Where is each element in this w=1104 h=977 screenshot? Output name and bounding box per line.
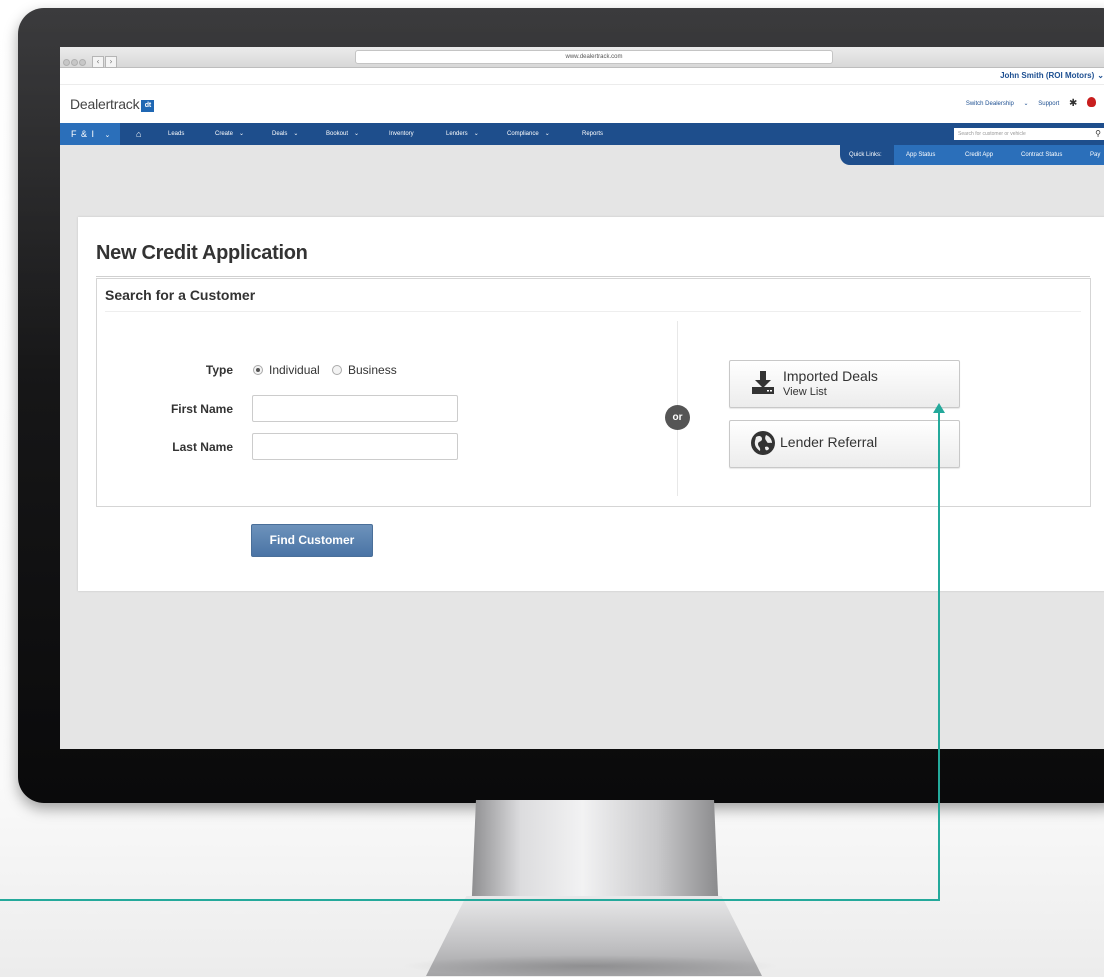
fni-label: F & I: [71, 129, 96, 139]
radio-unselected-icon: [332, 365, 342, 375]
stand-shadow: [400, 955, 780, 977]
quick-link-credit-app[interactable]: Credit App: [965, 145, 993, 165]
user-row: John Smith (ROI Motors) ⌄: [60, 68, 1104, 85]
callout-arrow-icon: [933, 403, 945, 413]
quick-links-bar: Quick Links: App Status Credit App Contr…: [840, 145, 1104, 165]
chevron-down-icon: ⌄: [473, 131, 479, 137]
address-bar[interactable]: www.dealertrack.com: [355, 50, 833, 64]
view-list-label: View List: [783, 386, 827, 398]
nav-deals-label: Deals: [272, 131, 288, 137]
notification-bell-icon[interactable]: [1087, 97, 1096, 107]
or-badge: or: [665, 405, 690, 430]
switch-dealership-label: Switch Dealership: [965, 101, 1014, 107]
page-title: New Credit Application: [96, 242, 308, 264]
search-icon[interactable]: ⚲: [1095, 128, 1101, 140]
customer-search-input[interactable]: Search for customer or vehicle ⚲: [954, 128, 1104, 140]
quick-links-list: App Status Credit App Contract Status Pa…: [894, 145, 1104, 165]
first-name-field[interactable]: [252, 395, 458, 422]
business-label: Business: [348, 363, 397, 377]
brand-row: Dealertrack dt Switch Dealership ⌄ Suppor…: [60, 85, 1104, 123]
first-name-label: First Name: [170, 402, 233, 416]
logo-text: Dealertrack: [70, 96, 140, 112]
chevron-down-icon: ⌄: [354, 131, 360, 137]
nav-compliance[interactable]: Compliance ⌄: [507, 123, 550, 145]
nav-bookout-label: Bookout: [326, 131, 349, 137]
chevron-down-icon: ⌄: [104, 132, 112, 139]
browser-toolbar: ‹ › www.dealertrack.com: [60, 47, 1104, 68]
individual-label: Individual: [269, 363, 320, 377]
nav-leads[interactable]: Leads: [168, 123, 184, 145]
search-placeholder: Search for customer or vehicle: [958, 131, 1026, 137]
dealertrack-logo[interactable]: Dealertrack dt: [70, 96, 155, 112]
customer-search-panel: Search for a Customer Type Individual Bu…: [96, 278, 1091, 507]
type-business-radio[interactable]: Business: [332, 363, 397, 377]
minimize-window-icon[interactable]: [71, 59, 78, 66]
download-tray-icon: [752, 371, 774, 394]
imported-deals-button[interactable]: Imported Deals View List: [729, 360, 960, 408]
quick-link-pay[interactable]: Pay: [1090, 145, 1100, 165]
back-icon[interactable]: ‹: [92, 56, 104, 68]
fni-menu[interactable]: F & I ⌄: [60, 123, 120, 145]
find-customer-button[interactable]: Find Customer: [251, 524, 373, 557]
home-icon[interactable]: ⌂: [136, 123, 141, 145]
forward-icon[interactable]: ›: [105, 56, 117, 68]
close-window-icon[interactable]: [63, 59, 70, 66]
nav-compliance-label: Compliance: [507, 131, 539, 137]
user-name: John Smith (ROI Motors): [1000, 71, 1095, 80]
nav-lenders-label: Lenders: [446, 131, 468, 137]
imported-deals-label: Imported Deals: [783, 368, 878, 384]
nav-bookout[interactable]: Bookout ⌄: [326, 123, 359, 145]
monitor-screen: ‹ › www.dealertrack.com John Smith (ROI M…: [60, 47, 1104, 749]
nav-deals[interactable]: Deals ⌄: [272, 123, 298, 145]
nav-create[interactable]: Create ⌄: [215, 123, 244, 145]
nav-lenders[interactable]: Lenders ⌄: [446, 123, 479, 145]
lender-referral-label: Lender Referral: [780, 434, 878, 450]
lender-referral-button[interactable]: Lender Referral: [729, 420, 960, 468]
quick-link-app-status[interactable]: App Status: [906, 145, 935, 165]
panel-divider: [105, 311, 1081, 312]
quick-link-contract-status[interactable]: Contract Status: [1021, 145, 1062, 165]
title-divider: [96, 276, 1090, 277]
credit-application-card: New Credit Application Search for a Cust…: [78, 217, 1104, 591]
chevron-down-icon: ⌄: [1097, 71, 1104, 80]
nav-inventory[interactable]: Inventory: [389, 123, 414, 145]
utility-links: Switch Dealership ⌄ Support ✱: [966, 97, 1104, 109]
support-link[interactable]: Support: [1038, 101, 1059, 107]
user-menu[interactable]: John Smith (ROI Motors) ⌄: [1000, 71, 1104, 80]
type-label: Type: [205, 363, 233, 377]
logo-mark-icon: dt: [141, 100, 155, 112]
chevron-down-icon: ⌄: [293, 131, 299, 137]
chevron-down-icon: ⌄: [544, 131, 550, 137]
radio-selected-icon: [253, 365, 263, 375]
switch-dealership-link[interactable]: Switch Dealership ⌄: [966, 101, 1029, 107]
globe-icon: [751, 431, 775, 455]
type-individual-radio[interactable]: Individual: [253, 363, 320, 377]
chevron-down-icon: ⌄: [239, 131, 245, 137]
zoom-window-icon[interactable]: [79, 59, 86, 66]
quick-links-label: Quick Links:: [849, 152, 882, 158]
last-name-label: Last Name: [172, 440, 233, 454]
panel-title: Search for a Customer: [105, 287, 256, 303]
nav-create-label: Create: [215, 131, 234, 137]
callout-line-horizontal: [0, 899, 940, 901]
callout-line-vertical: [938, 412, 940, 901]
gear-icon[interactable]: ✱: [1069, 98, 1077, 109]
main-navigation: F & I ⌄ ⌂ Leads Create ⌄ Deals ⌄ Bookout ⌄ …: [60, 123, 1104, 145]
browser-nav-buttons: ‹ ›: [92, 51, 118, 69]
last-name-field[interactable]: [252, 433, 458, 460]
nav-reports[interactable]: Reports: [582, 123, 603, 145]
